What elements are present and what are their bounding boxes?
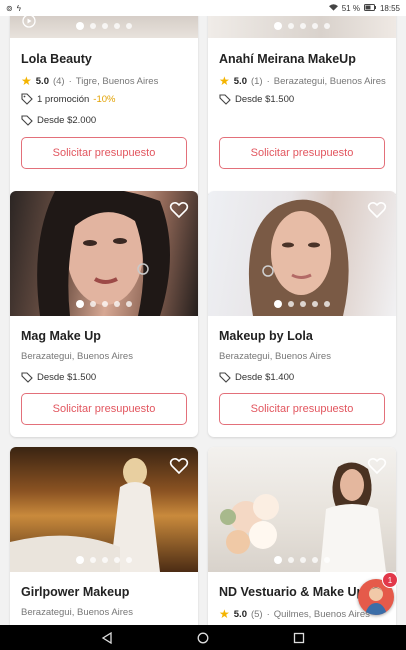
- battery-percent: 51 %: [341, 3, 360, 13]
- vendor-name[interactable]: Lola Beauty: [21, 52, 92, 66]
- bolt-icon: ϟ: [16, 3, 21, 13]
- carousel-dots[interactable]: [208, 22, 396, 30]
- carousel-dots[interactable]: [10, 556, 198, 564]
- vendor-photo[interactable]: [208, 447, 396, 572]
- heart-icon[interactable]: [169, 456, 189, 476]
- vendor-card[interactable]: Makeup by Lola Berazategui, Buenos Aires…: [208, 191, 396, 437]
- star-icon: ★: [219, 607, 230, 621]
- price-row: Desde $2.000: [21, 114, 96, 126]
- system-navigation-bar: [0, 625, 406, 650]
- vendor-rating-row: ★ 5.0 (4) · Tigre, Buenos Aires: [21, 74, 159, 88]
- vendor-card[interactable]: Lola Beauty ★ 5.0 (4) · Tigre, Buenos Ai…: [10, 16, 198, 198]
- notification-badge: 1: [382, 572, 398, 588]
- carousel-dots[interactable]: [10, 300, 198, 308]
- vendor-photo[interactable]: [10, 16, 198, 38]
- vendor-rating-row: ★ 5.0 (1) · Berazategui, Buenos Aires: [219, 74, 386, 88]
- promo-tag-icon: [21, 93, 33, 105]
- home-icon[interactable]: [197, 632, 209, 644]
- price-row: Desde $1.500: [21, 371, 96, 383]
- heart-icon[interactable]: [367, 456, 387, 476]
- status-bar: ⊚ ϟ 51 % 18:55: [0, 0, 406, 16]
- request-quote-button[interactable]: Solicitar presupuesto: [21, 137, 187, 169]
- price-row: Desde $1.400: [219, 371, 294, 383]
- wifi-icon: [328, 3, 338, 13]
- battery-icon: [363, 3, 376, 13]
- tag-icon: [21, 372, 33, 383]
- request-quote-button[interactable]: Solicitar presupuesto: [21, 393, 187, 425]
- tag-icon: [219, 372, 231, 383]
- heart-icon[interactable]: [169, 200, 189, 220]
- request-quote-button[interactable]: Solicitar presupuesto: [219, 137, 385, 169]
- promo-row: 1 promoción -10%: [21, 93, 115, 105]
- vendor-feed[interactable]: Lola Beauty ★ 5.0 (4) · Tigre, Buenos Ai…: [0, 16, 406, 625]
- vendor-name[interactable]: Mag Make Up: [21, 329, 101, 343]
- vendor-name[interactable]: ND Vestuario & Make Up: [219, 585, 364, 599]
- vendor-photo[interactable]: [10, 447, 198, 572]
- carousel-dots[interactable]: [208, 300, 396, 308]
- vendor-rating-row: ★ 5.0 (5) · Quilmes, Buenos Aires: [219, 607, 370, 621]
- heart-icon[interactable]: [367, 200, 387, 220]
- vendor-card[interactable]: Anahí Meirana MakeUp ★ 5.0 (1) · Berazat…: [208, 16, 396, 198]
- back-icon[interactable]: [101, 631, 113, 644]
- vendor-location: Berazategui, Buenos Aires: [21, 351, 133, 362]
- vendor-card[interactable]: Girlpower Makeup Berazategui, Buenos Air…: [10, 447, 198, 625]
- vendor-name[interactable]: Makeup by Lola: [219, 329, 313, 343]
- recents-icon[interactable]: [293, 632, 305, 644]
- carousel-dots[interactable]: [208, 556, 396, 564]
- star-icon: ★: [219, 74, 230, 88]
- carousel-dots[interactable]: [10, 22, 198, 30]
- tag-icon: [219, 94, 231, 105]
- vendor-location: Berazategui, Buenos Aires: [219, 351, 331, 362]
- clock: 18:55: [379, 3, 400, 13]
- sync-icon: ⊚: [6, 3, 13, 13]
- vendor-name[interactable]: Anahí Meirana MakeUp: [219, 52, 356, 66]
- vendor-name[interactable]: Girlpower Makeup: [21, 585, 129, 599]
- price-row: Desde $1.500: [219, 93, 294, 105]
- vendor-photo[interactable]: [208, 191, 396, 316]
- tag-icon: [21, 115, 33, 126]
- request-quote-button[interactable]: Solicitar presupuesto: [219, 393, 385, 425]
- vendor-photo[interactable]: [208, 16, 396, 38]
- vendor-location: Berazategui, Buenos Aires: [21, 607, 133, 618]
- vendor-photo[interactable]: [10, 191, 198, 316]
- vendor-card[interactable]: Mag Make Up Berazategui, Buenos Aires De…: [10, 191, 198, 437]
- star-icon: ★: [21, 74, 32, 88]
